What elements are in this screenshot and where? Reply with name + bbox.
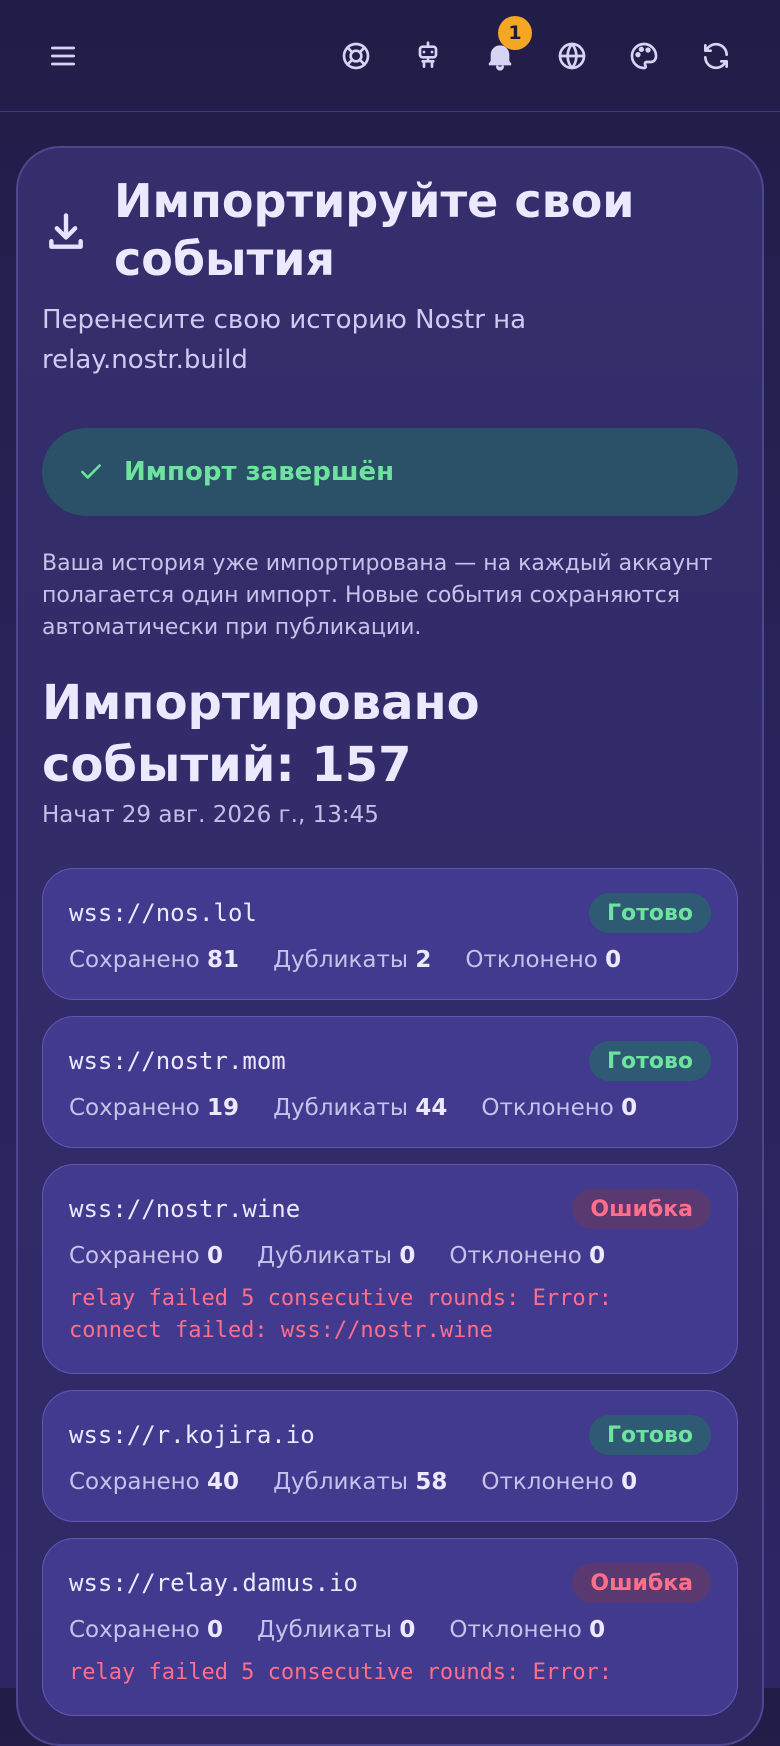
check-icon	[81, 464, 101, 479]
status-badge: Ошибка	[572, 1563, 711, 1603]
notification-badge: 1	[498, 16, 532, 50]
duplicates-stat: Дубликаты 2	[273, 947, 432, 973]
relay-card: wss://nostr.mom Готово Сохранено 19 Дубл…	[42, 1016, 738, 1148]
rejected-stat: Отклонено 0	[481, 1469, 638, 1495]
relay-card: wss://r.kojira.io Готово Сохранено 40 Ду…	[42, 1390, 738, 1522]
menu-icon	[51, 46, 75, 66]
page-subtitle: Перенесите свою историю Nostr на relay.n…	[42, 305, 527, 375]
rejected-stat: Отклонено 0	[481, 1095, 638, 1121]
relay-error-message: relay failed 5 consecutive rounds: Error…	[69, 1286, 613, 1343]
globe-icon	[558, 42, 586, 70]
status-badge: Ошибка	[572, 1189, 711, 1229]
status-badge: Готово	[588, 1041, 711, 1081]
status-badge: Готово	[588, 1415, 711, 1455]
saved-stat: Сохранено 0	[69, 1243, 224, 1269]
relay-url: wss://r.kojira.io	[69, 1421, 315, 1449]
relay-url: wss://nos.lol	[69, 899, 257, 927]
saved-stat: Сохранено 0	[69, 1617, 224, 1643]
menu-button[interactable]	[40, 33, 86, 79]
relay-error-message: relay failed 5 consecutive rounds: Error…	[69, 1660, 613, 1685]
relay-card: wss://relay.damus.io Ошибка Сохранено 0 …	[42, 1538, 738, 1716]
rejected-stat: Отклонено 0	[449, 1617, 606, 1643]
import-start-time: Начат 29 авг. 2026 г., 13:45	[42, 802, 379, 828]
top-bar: 1	[0, 0, 780, 112]
relay-card: wss://nos.lol Готово Сохранено 81 Дублик…	[42, 868, 738, 1000]
relay-url: wss://nostr.wine	[69, 1195, 301, 1223]
saved-stat: Сохранено 81	[69, 947, 240, 973]
rejected-stat: Отклонено 0	[449, 1243, 606, 1269]
status-badge: Готово	[588, 893, 711, 933]
import-status-text: Импорт завершён	[124, 457, 395, 487]
import-status-banner: Импорт завершён	[42, 428, 738, 516]
download-icon	[44, 210, 88, 254]
relay-url: wss://relay.damus.io	[69, 1569, 358, 1597]
language-button[interactable]	[549, 33, 595, 79]
saved-stat: Сохранено 40	[69, 1469, 240, 1495]
imported-count-title: Импортировано событий: 157	[42, 675, 480, 793]
rejected-stat: Отклонено 0	[465, 947, 622, 973]
saved-stat: Сохранено 19	[69, 1095, 240, 1121]
import-info-text: Ваша история уже импортирована — на кажд…	[42, 551, 713, 640]
refresh-button[interactable]	[693, 33, 739, 79]
palette-icon	[630, 42, 658, 70]
lifebuoy-icon	[342, 42, 370, 70]
relay-url: wss://nostr.mom	[69, 1047, 286, 1075]
theme-button[interactable]	[621, 33, 667, 79]
page-title: Импортируйте свои события	[114, 174, 635, 286]
duplicates-stat: Дубликаты 0	[257, 1617, 416, 1643]
relay-list: wss://nos.lol Готово Сохранено 81 Дублик…	[42, 868, 738, 1732]
duplicates-stat: Дубликаты 0	[257, 1243, 416, 1269]
help-button[interactable]	[333, 33, 379, 79]
duplicates-stat: Дубликаты 44	[273, 1095, 448, 1121]
robot-icon	[418, 41, 438, 68]
refresh-icon	[704, 42, 728, 70]
bot-button[interactable]	[405, 33, 451, 79]
notifications-button[interactable]: 1	[477, 16, 532, 79]
relay-card: wss://nostr.wine Ошибка Сохранено 0 Дубл…	[42, 1164, 738, 1374]
duplicates-stat: Дубликаты 58	[273, 1469, 448, 1495]
